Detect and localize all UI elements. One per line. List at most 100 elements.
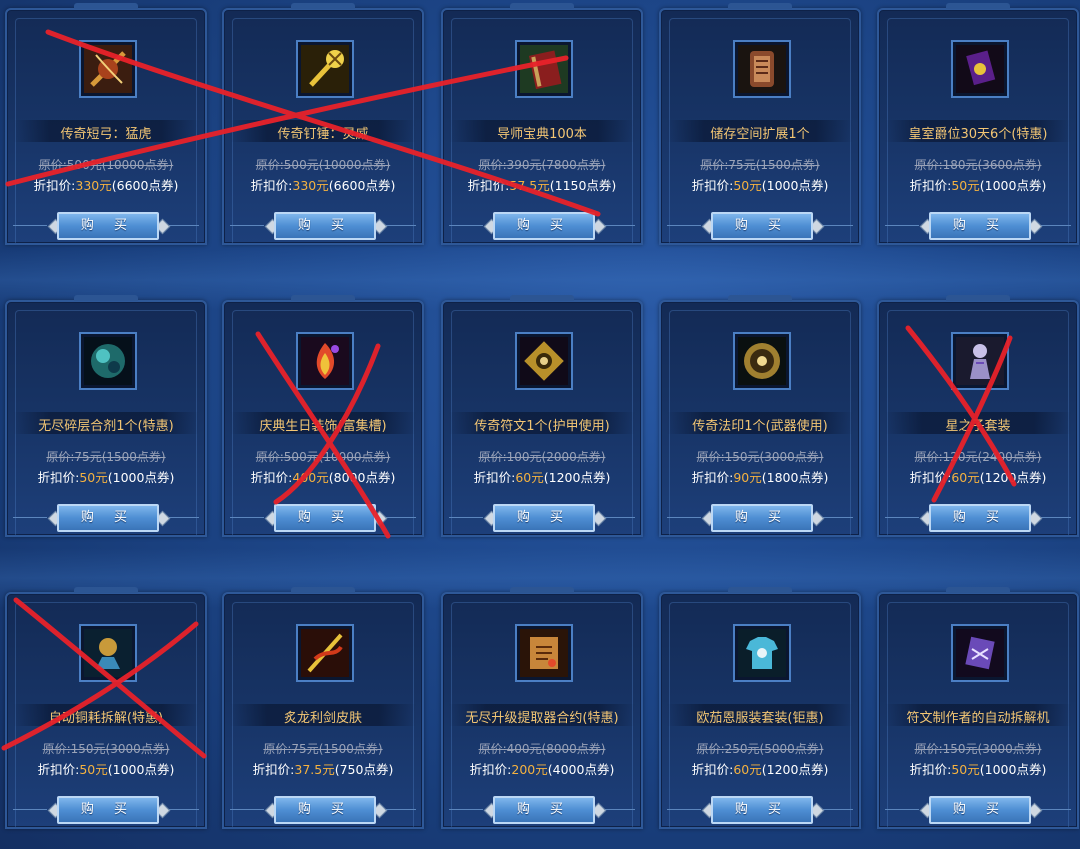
item-icon-frame[interactable]: [515, 624, 573, 682]
flame-icon: [301, 337, 349, 385]
item-icon-frame[interactable]: [515, 40, 573, 98]
item-icon-frame[interactable]: [951, 624, 1009, 682]
button-decoration-line: [230, 225, 264, 226]
discount-price-label: 折扣价:: [250, 178, 293, 193]
original-price-value: 150元(3000点券): [724, 450, 824, 464]
discount-points-value: (6600点券): [111, 178, 179, 193]
original-price: 原价:500元(10000点券): [224, 448, 422, 465]
discount-price: 折扣价:60元(1200点券): [661, 759, 859, 778]
discount-price-value: 50元: [79, 470, 108, 485]
item-name: 传奇钉锤：灵威: [277, 127, 369, 142]
discount-price-label: 折扣价:: [909, 762, 952, 777]
buy-button[interactable]: 购 买: [57, 504, 159, 532]
contract-icon: [520, 629, 568, 677]
item-icon-frame[interactable]: [79, 40, 137, 98]
shop-item-card: 无尽升级提取器合约(特惠) 原价:400元(8000点券) 折扣价:200元(400…: [441, 592, 643, 829]
discount-price: 折扣价:50元(1000点券): [7, 467, 205, 486]
item-icon-frame[interactable]: [515, 332, 573, 390]
item-name: 传奇法印1个(武器使用): [692, 419, 828, 434]
buy-button[interactable]: 购 买: [711, 796, 813, 824]
discount-price-value: 330元: [292, 178, 329, 193]
discount-price-label: 折扣价:: [250, 470, 293, 485]
discount-price-value: 90元: [733, 470, 762, 485]
buy-button[interactable]: 购 买: [274, 796, 376, 824]
item-name: 皇室爵位30天6个(特惠): [908, 127, 1048, 142]
discount-price: 折扣价:330元(6600点券): [224, 175, 422, 194]
buy-button[interactable]: 购 买: [274, 504, 376, 532]
buy-button[interactable]: 购 买: [493, 796, 595, 824]
original-price-value: 500元(10000点券): [283, 158, 391, 172]
buy-button[interactable]: 购 买: [929, 504, 1031, 532]
buy-button[interactable]: 购 买: [493, 212, 595, 240]
buy-button[interactable]: 购 买: [57, 212, 159, 240]
armor-set-icon: [956, 337, 1004, 385]
item-name: 欧茄恩服装套装(钜惠): [696, 711, 824, 726]
original-price-value: 150元(3000点券): [70, 742, 170, 756]
discount-price: 折扣价:57.5元(1150点券): [443, 175, 641, 194]
original-price: 原价:250元(5000点券): [661, 740, 859, 757]
item-icon-frame[interactable]: [296, 624, 354, 682]
item-icon-frame[interactable]: [733, 40, 791, 98]
discount-price-label: 折扣价:: [909, 178, 952, 193]
discount-points-value: (1000点券): [979, 178, 1047, 193]
discount-price: 折扣价:50元(1000点券): [879, 759, 1077, 778]
original-price: 原价:180元(3600点券): [879, 156, 1077, 173]
item-name: 传奇符文1个(护甲使用): [474, 419, 610, 434]
discount-points-value: (1000点券): [107, 470, 175, 485]
item-name: 无尽升级提取器合约(特惠): [465, 711, 619, 726]
original-price-label: 原价:: [478, 742, 507, 756]
discount-price-value: 57.5元: [509, 178, 550, 193]
original-price-value: 500元(10000点券): [66, 158, 174, 172]
original-price-label: 原价:: [255, 158, 284, 172]
discount-price-value: 330元: [75, 178, 112, 193]
item-name: 传奇短弓：猛虎: [60, 127, 152, 142]
original-price-label: 原价:: [914, 450, 943, 464]
item-name: 星之子套装: [945, 419, 1011, 434]
original-price-label: 原价:: [696, 742, 725, 756]
discount-price-value: 60元: [733, 762, 762, 777]
original-price: 原价:120元(2400点券): [879, 448, 1077, 465]
item-icon-frame[interactable]: [296, 40, 354, 98]
mace-icon: [301, 45, 349, 93]
shop-item-card: 庆典生日装饰(富集槽) 原价:500元(10000点券) 折扣价:400元(8000…: [222, 300, 424, 537]
original-price-value: 120元(2400点券): [942, 450, 1042, 464]
buy-button[interactable]: 购 买: [711, 504, 813, 532]
shop-item-card: 无尽碎层合剂1个(特惠) 原价:75元(1500点券) 折扣价:50元(1000点券…: [5, 300, 207, 537]
shop-item-card: 皇室爵位30天6个(特惠) 原价:180元(3600点券) 折扣价:50元(1000…: [877, 8, 1079, 245]
item-icon-frame[interactable]: [79, 332, 137, 390]
button-decoration-line: [885, 517, 919, 518]
discount-points-value: (1000点券): [979, 762, 1047, 777]
discount-points-value: (750点券): [334, 762, 394, 777]
original-price-value: 500元(10000点券): [283, 450, 391, 464]
item-icon-frame[interactable]: [79, 624, 137, 682]
original-price-value: 75元(1500点券): [291, 742, 383, 756]
discount-price: 折扣价:60元(1200点券): [443, 467, 641, 486]
discount-price-label: 折扣价:: [691, 470, 734, 485]
item-name: 符文制作者的自动拆解机: [906, 711, 1050, 726]
button-decoration-line: [230, 809, 264, 810]
original-price-label: 原价:: [46, 450, 75, 464]
buy-button[interactable]: 购 买: [711, 212, 813, 240]
buy-button[interactable]: 购 买: [274, 212, 376, 240]
discount-points-value: (1000点券): [107, 762, 175, 777]
item-icon-frame[interactable]: [951, 332, 1009, 390]
shop-item-card: 传奇短弓：猛虎 原价:500元(10000点券) 折扣价:330元(6600点券) 购…: [5, 8, 207, 245]
item-icon-frame[interactable]: [951, 40, 1009, 98]
original-price-value: 390元(7800点券): [506, 158, 606, 172]
discount-points-value: (4000点券): [547, 762, 615, 777]
item-icon-frame[interactable]: [296, 332, 354, 390]
discount-points-value: (1200点券): [543, 470, 611, 485]
discount-price-value: 400元: [292, 470, 329, 485]
buy-button[interactable]: 购 买: [493, 504, 595, 532]
buy-button[interactable]: 购 买: [57, 796, 159, 824]
shop-item-card: 传奇法印1个(武器使用) 原价:150元(3000点券) 折扣价:90元(1800点…: [659, 300, 861, 537]
original-price-value: 100元(2000点券): [506, 450, 606, 464]
item-icon-frame[interactable]: [733, 624, 791, 682]
discount-price-label: 折扣价:: [473, 470, 516, 485]
shop-item-card: 传奇钉锤：灵威原价:500元(10000点券) 折扣价:330元(6600点券) 购…: [222, 8, 424, 245]
buy-button[interactable]: 购 买: [929, 796, 1031, 824]
item-icon-frame[interactable]: [733, 332, 791, 390]
buy-button[interactable]: 购 买: [929, 212, 1031, 240]
discount-price-label: 折扣价:: [691, 178, 734, 193]
button-decoration-line: [885, 225, 919, 226]
